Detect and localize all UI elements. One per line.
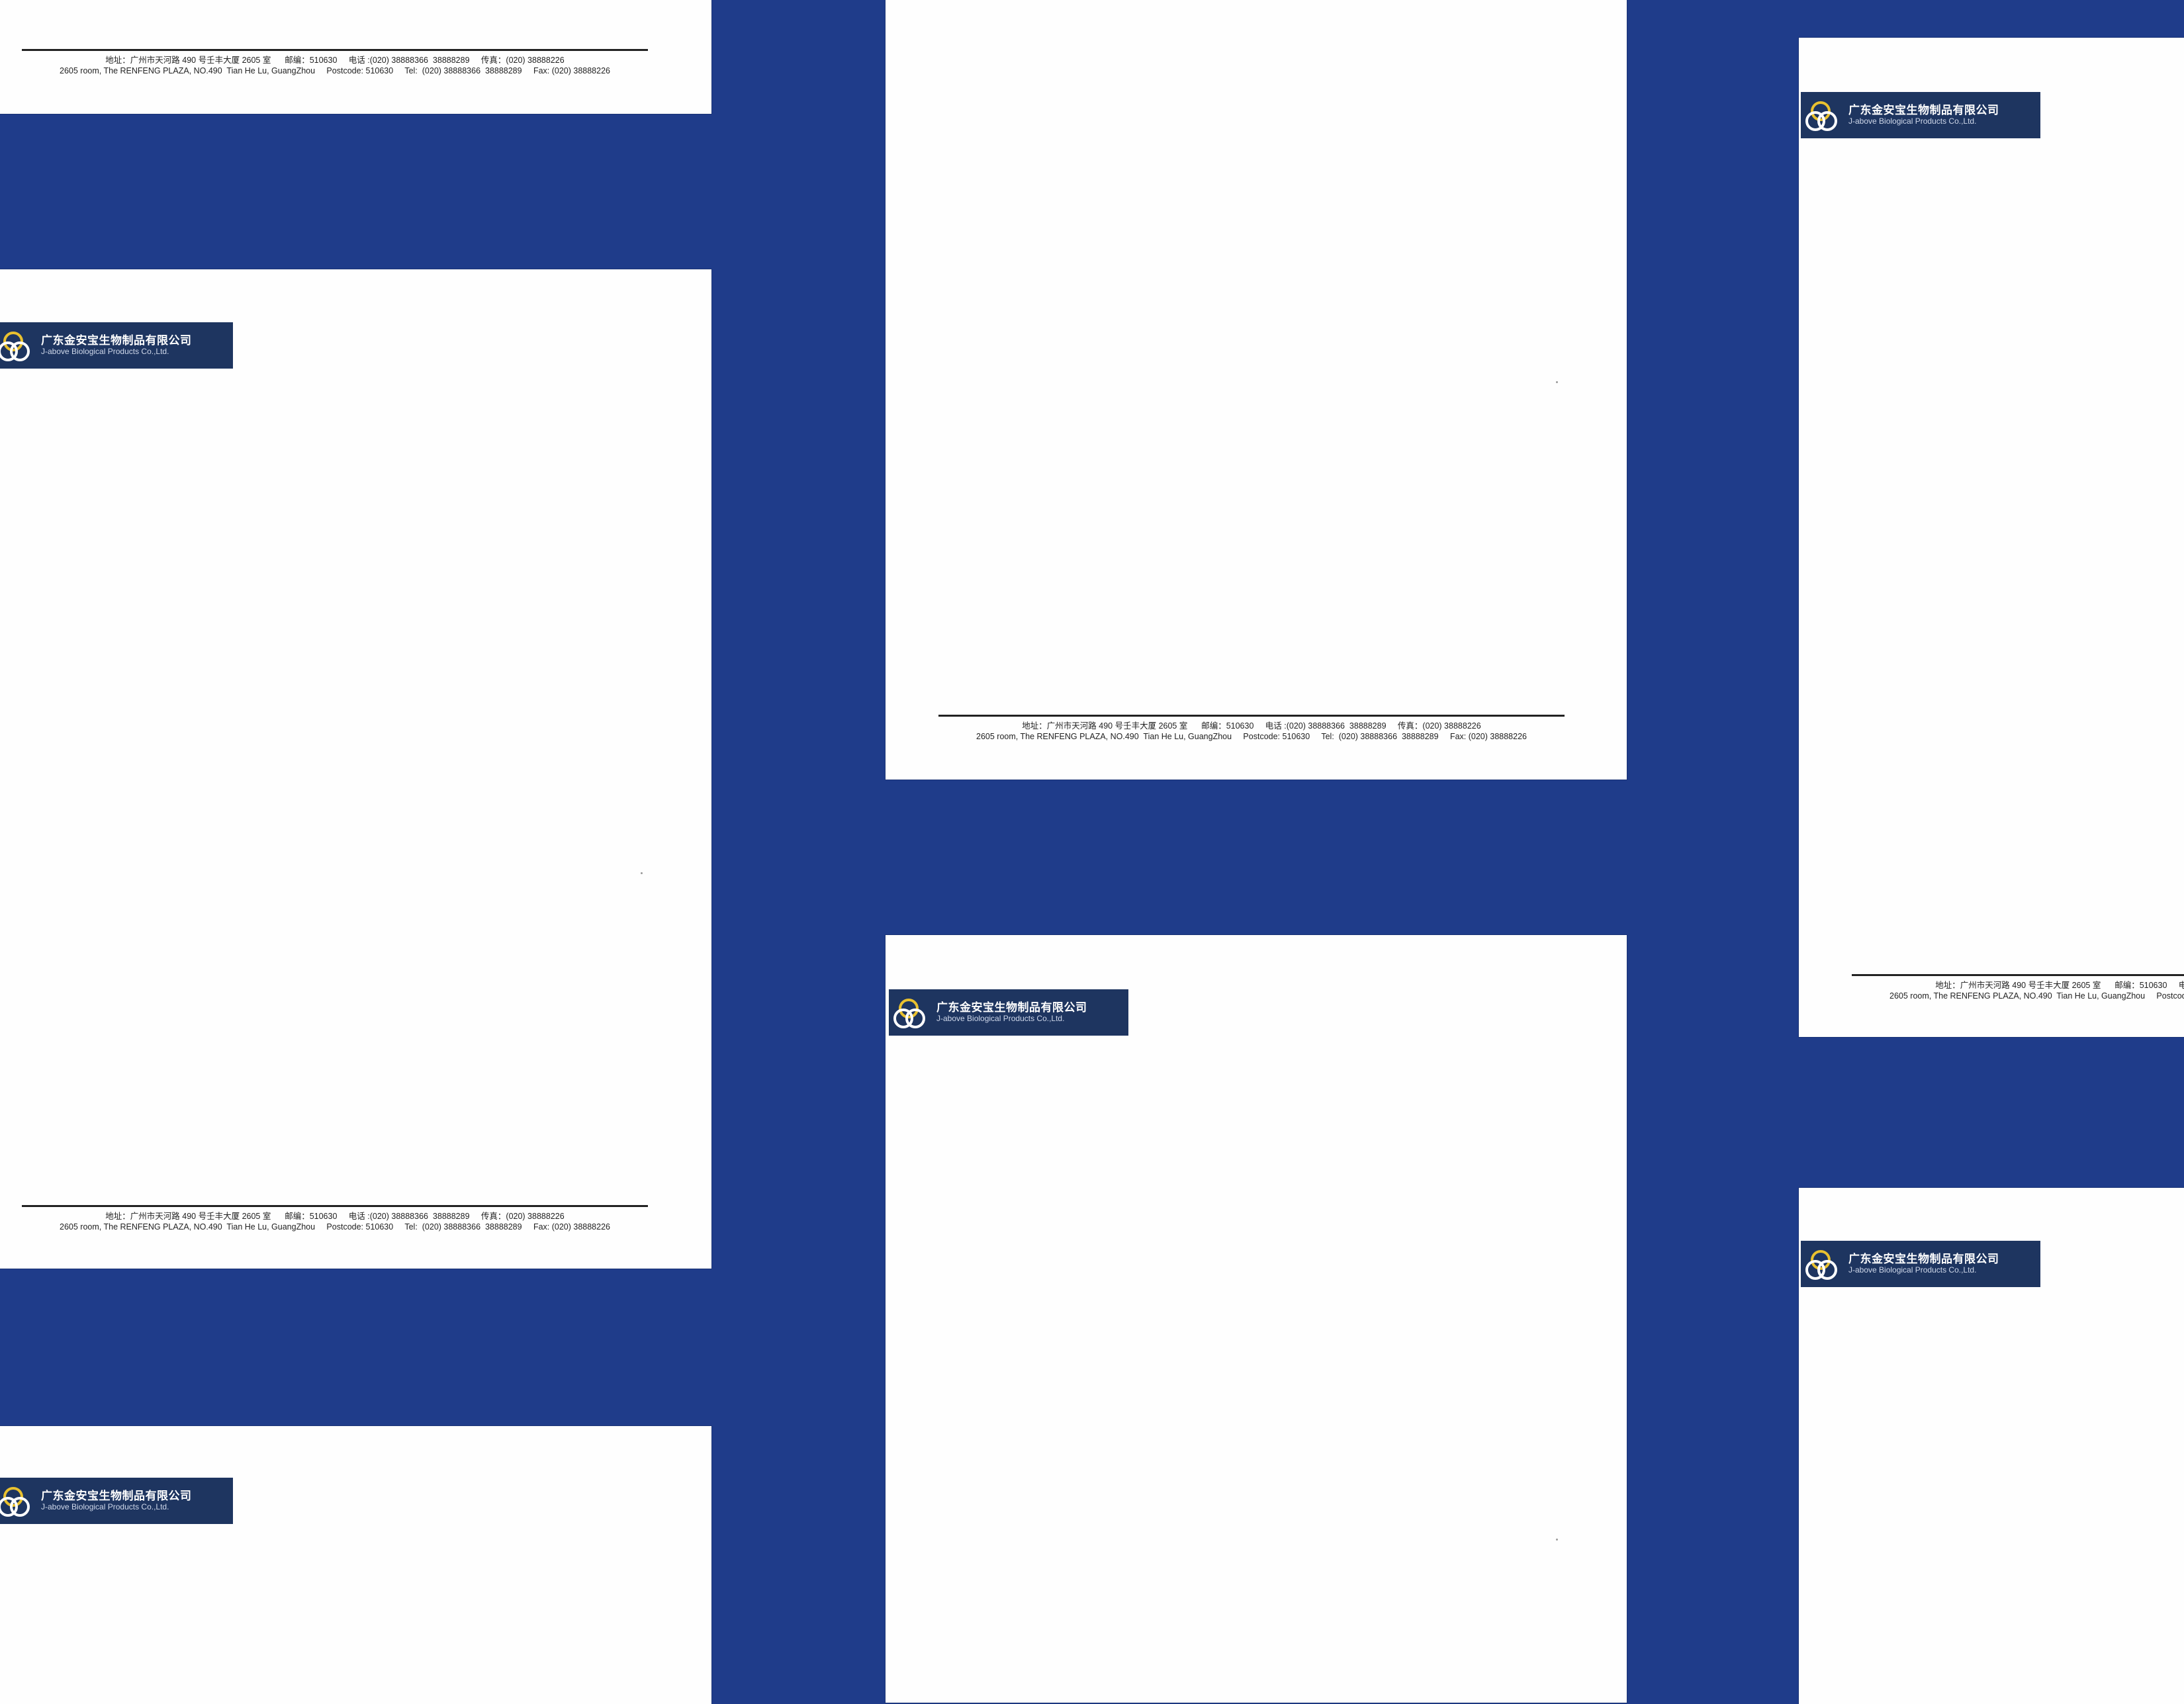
company-name-cn: 广东金安宝生物制品有限公司 (1848, 104, 1999, 117)
company-logo-icon (1805, 101, 1837, 131)
footer-address-en: 2605 room, The RENFENG PLAZA, NO.490 Tia… (1889, 991, 2184, 1001)
company-name-cn: 广东金安宝生物制品有限公司 (936, 1001, 1087, 1014)
footer-address-cn: 地址：广州市天河路 490 号壬丰大厦 2605 室 邮编：510630 电话 … (105, 1212, 565, 1221)
letterhead-sheet-7: 广东金安宝生物制品有限公司 J-above Biological Product… (1799, 1188, 2184, 1704)
paper-speck (1556, 381, 1558, 383)
company-name-en: J-above Biological Products Co.,Ltd. (936, 1013, 1065, 1023)
letterhead-sheet-4: 地址：广州市天河路 490 号壬丰大厦 2605 室 邮编：510630 电话 … (886, 0, 1627, 780)
company-logo-icon (893, 999, 925, 1028)
footer-rule (22, 49, 648, 51)
company-name-en: J-above Biological Products Co.,Ltd. (41, 1502, 169, 1511)
company-logo: 广东金安宝生物制品有限公司 J-above Biological Product… (0, 1478, 233, 1524)
footer-rule (1852, 974, 2184, 976)
footer-address-cn: 地址：广州市天河路 490 号壬丰大厦 2605 室 邮编：510630 电话 … (1022, 721, 1481, 731)
company-name-en: J-above Biological Products Co.,Ltd. (1848, 116, 1977, 126)
letterhead-sheet-5: 广东金安宝生物制品有限公司 J-above Biological Product… (886, 935, 1627, 1703)
paper-speck (1556, 1539, 1558, 1541)
company-name-en: J-above Biological Products Co.,Ltd. (41, 346, 169, 356)
company-name-en: J-above Biological Products Co.,Ltd. (1848, 1265, 1977, 1275)
letterhead-sheet-2: 广东金安宝生物制品有限公司 J-above Biological Product… (0, 269, 711, 1269)
company-logo: 广东金安宝生物制品有限公司 J-above Biological Product… (889, 989, 1128, 1036)
footer-rule (938, 715, 1565, 717)
letterhead-footer: 地址：广州市天河路 490 号壬丰大厦 2605 室 邮编：510630 电话 … (22, 1205, 648, 1232)
company-logo: 广东金安宝生物制品有限公司 J-above Biological Product… (0, 322, 233, 369)
letterhead-sheet-1: 地址：广州市天河路 490 号壬丰大厦 2605 室 邮编：510630 电话 … (0, 0, 711, 114)
company-logo-icon (0, 332, 30, 361)
footer-address-cn: 地址：广州市天河路 490 号壬丰大厦 2605 室 邮编：510630 电话 … (105, 56, 565, 65)
letterhead-footer: 地址：广州市天河路 490 号壬丰大厦 2605 室 邮编：510630 电话 … (22, 49, 648, 76)
company-logo-icon (0, 1487, 30, 1517)
footer-address-en: 2605 room, The RENFENG PLAZA, NO.490 Tia… (60, 1222, 610, 1232)
company-name-cn: 广东金安宝生物制品有限公司 (41, 1490, 192, 1503)
company-logo: 广东金安宝生物制品有限公司 J-above Biological Product… (1801, 92, 2040, 138)
paper-speck (641, 872, 643, 874)
letterhead-sheet-3: 广东金安宝生物制品有限公司 J-above Biological Product… (0, 1426, 711, 1704)
company-name-cn: 广东金安宝生物制品有限公司 (41, 334, 192, 347)
footer-address-en: 2605 room, The RENFENG PLAZA, NO.490 Tia… (60, 66, 610, 75)
footer-address-cn: 地址：广州市天河路 490 号壬丰大厦 2605 室 邮编：510630 电话 … (1935, 981, 2184, 990)
company-logo-icon (1805, 1250, 1837, 1280)
letterhead-sheet-6: 广东金安宝生物制品有限公司 J-above Biological Product… (1799, 38, 2184, 1037)
letterhead-footer: 地址：广州市天河路 490 号壬丰大厦 2605 室 邮编：510630 电话 … (938, 715, 1565, 742)
company-logo: 广东金安宝生物制品有限公司 J-above Biological Product… (1801, 1241, 2040, 1287)
letterhead-footer: 地址：广州市天河路 490 号壬丰大厦 2605 室 邮编：510630 电话 … (1852, 974, 2184, 1001)
company-name-cn: 广东金安宝生物制品有限公司 (1848, 1253, 1999, 1266)
footer-address-en: 2605 room, The RENFENG PLAZA, NO.490 Tia… (976, 732, 1527, 741)
footer-rule (22, 1205, 648, 1207)
